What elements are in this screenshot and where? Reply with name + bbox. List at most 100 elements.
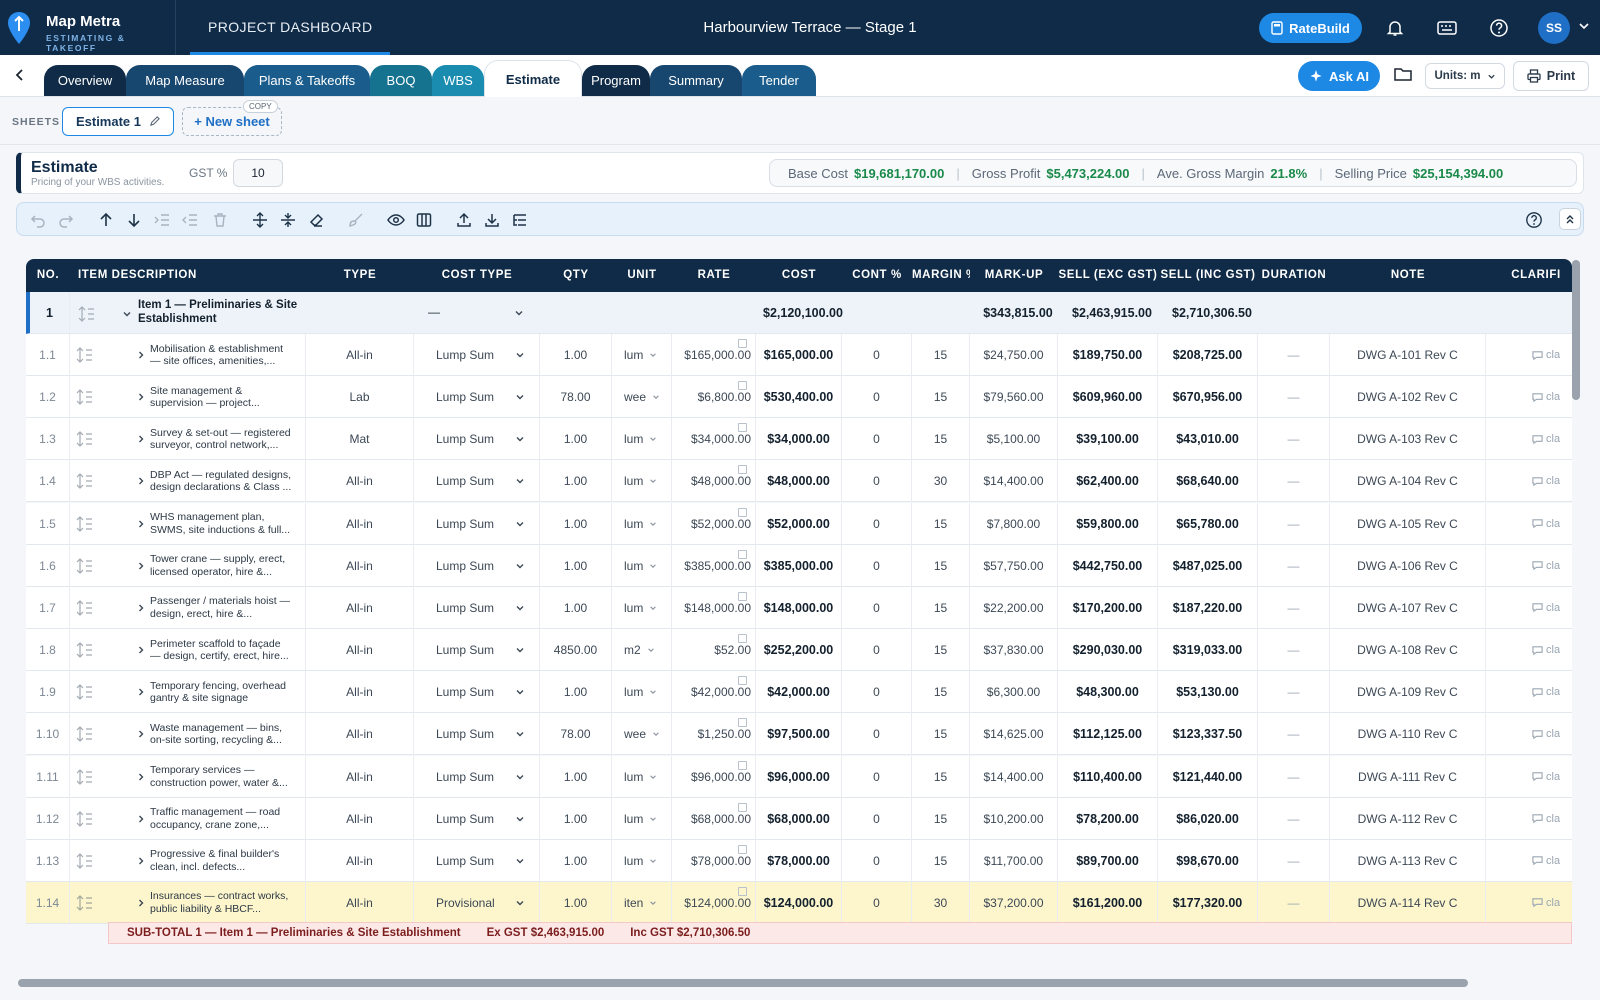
arrow-down-icon[interactable] <box>125 211 143 229</box>
rate-input[interactable]: $52,000.00 <box>672 502 756 545</box>
qty-input[interactable]: 1.00 <box>540 334 612 376</box>
note-cell[interactable]: DWG A-105 Rev C <box>1330 502 1486 545</box>
contingency-input[interactable]: 0 <box>842 713 912 756</box>
tab-tender[interactable]: Tender <box>742 65 816 96</box>
margin-input[interactable]: 15 <box>912 713 970 756</box>
cost-type-select[interactable]: Lump Sum <box>414 334 540 376</box>
contingency-input[interactable]: 0 <box>842 629 912 672</box>
app-logo[interactable]: Map Metra ESTIMATING & TAKEOFF <box>0 0 176 55</box>
table-row[interactable]: 1.1 Mobilisation & establishment — site of… <box>26 334 1572 376</box>
vertical-scrollbar[interactable] <box>1572 260 1580 400</box>
chevron-down-icon[interactable] <box>122 309 132 319</box>
outdent-icon[interactable] <box>181 211 199 229</box>
type-cell[interactable]: All-in <box>306 671 414 714</box>
qty-input[interactable]: 1.00 <box>540 502 612 545</box>
rate-input[interactable]: $385,000.00 <box>672 544 756 587</box>
print-button[interactable]: Print <box>1513 61 1589 91</box>
unit-select[interactable]: lum <box>612 418 672 461</box>
unit-select[interactable]: lum <box>612 755 672 798</box>
table-row[interactable]: 1.7 Passenger / materials hoist — design, … <box>26 586 1572 629</box>
rate-input[interactable]: $42,000.00 <box>672 671 756 714</box>
note-cell[interactable]: DWG A-106 Rev C <box>1330 544 1486 587</box>
clarification-cell[interactable]: cla <box>1486 671 1572 713</box>
arrow-up-icon[interactable] <box>97 211 115 229</box>
col-rate[interactable]: RATE <box>672 259 756 292</box>
contingency-input[interactable]: 0 <box>842 376 912 419</box>
item-description[interactable]: Survey & set-out — registered surveyor, c… <box>70 418 306 461</box>
rate-input[interactable]: $165,000.00 <box>672 334 756 376</box>
clarification-cell[interactable]: cla <box>1486 545 1572 587</box>
table-row[interactable]: 1.2 Site management & supervision — projec… <box>26 376 1572 419</box>
rate-input[interactable]: $48,000.00 <box>672 460 756 503</box>
contingency-input[interactable]: 0 <box>842 334 912 376</box>
margin-input[interactable]: 15 <box>912 671 970 714</box>
eraser-icon[interactable] <box>307 211 325 229</box>
col-no[interactable]: NO. <box>26 259 70 292</box>
type-cell[interactable]: All-in <box>306 881 414 924</box>
clarification-cell[interactable]: cla <box>1486 376 1572 418</box>
duration-cell[interactable]: — <box>1258 713 1330 756</box>
tab-overview[interactable]: Overview <box>44 65 126 96</box>
duration-cell[interactable]: — <box>1258 334 1330 376</box>
pencil-icon[interactable] <box>149 116 160 127</box>
note-cell[interactable]: DWG A-114 Rev C <box>1330 881 1486 924</box>
type-cell[interactable]: All-in <box>306 755 414 798</box>
contingency-input[interactable]: 0 <box>842 418 912 461</box>
help-icon[interactable] <box>1525 211 1543 229</box>
cost-type-select[interactable]: Lump Sum <box>414 544 540 587</box>
col-type[interactable]: TYPE <box>306 259 414 292</box>
unit-select[interactable]: wee <box>612 713 672 756</box>
outline-list-icon[interactable] <box>511 211 529 229</box>
item-description[interactable]: DBP Act — regulated designs, design decla… <box>70 460 306 503</box>
table-row[interactable]: 1.8 Perimeter scaffold to façade — design,… <box>26 629 1572 672</box>
sheet-tab-estimate-1[interactable]: Estimate 1 <box>62 107 174 136</box>
col-margin[interactable]: MARGIN % <box>912 259 970 292</box>
copy-badge[interactable]: COPY <box>243 100 278 113</box>
clarification-cell[interactable]: cla <box>1486 418 1572 460</box>
table-row[interactable]: 1.6 Tower crane — supply, erect, licensed … <box>26 544 1572 587</box>
rate-input[interactable]: $6,800.00 <box>672 376 756 419</box>
item-description[interactable]: Tower crane — supply, erect, licensed ope… <box>70 544 306 587</box>
qty-input[interactable]: 78.00 <box>540 376 612 419</box>
cost-type-select[interactable]: Lump Sum <box>414 755 540 798</box>
contingency-input[interactable]: 0 <box>842 502 912 545</box>
col-cost[interactable]: COST <box>756 259 842 292</box>
margin-input[interactable]: 15 <box>912 839 970 882</box>
col-sell-ex[interactable]: SELL (EXC GST) <box>1058 259 1158 292</box>
col-cont[interactable]: CONT % <box>842 259 912 292</box>
unit-select[interactable]: lum <box>612 334 672 376</box>
rate-note-icon[interactable] <box>738 676 747 686</box>
item-description[interactable]: Temporary services — construction power, … <box>70 755 306 798</box>
type-cell[interactable]: Mat <box>306 418 414 461</box>
units-select[interactable]: Units: m <box>1425 63 1505 89</box>
note-cell[interactable]: DWG A-110 Rev C <box>1330 713 1486 756</box>
item-description[interactable]: Traffic management — road occupancy, cran… <box>70 797 306 840</box>
table-row[interactable]: 1.14 Insurances — contract works, public l… <box>26 881 1572 924</box>
group-row[interactable]: 1 Item 1 — Preliminaries & Site Establis… <box>26 292 1572 334</box>
margin-input[interactable]: 15 <box>912 376 970 419</box>
unit-select[interactable]: lum <box>612 544 672 587</box>
indent-icon[interactable] <box>153 211 171 229</box>
cost-type-select[interactable]: Lump Sum <box>414 671 540 714</box>
type-cell[interactable]: All-in <box>306 586 414 629</box>
rate-note-icon[interactable] <box>738 549 747 559</box>
note-cell[interactable]: DWG A-102 Rev C <box>1330 376 1486 419</box>
brush-icon[interactable] <box>347 211 365 229</box>
margin-input[interactable]: 15 <box>912 418 970 461</box>
reorder-icon[interactable] <box>78 305 100 323</box>
item-description[interactable]: Progressive & final builder's clean, incl… <box>70 839 306 882</box>
duration-cell[interactable]: — <box>1258 460 1330 503</box>
tab-plans-takeoffs[interactable]: Plans & Takeoffs <box>244 65 370 96</box>
tab-estimate[interactable]: Estimate <box>484 60 582 97</box>
contingency-input[interactable]: 0 <box>842 544 912 587</box>
redo-icon[interactable] <box>57 211 75 229</box>
contingency-input[interactable]: 0 <box>842 755 912 798</box>
rate-input[interactable]: $52.00 <box>672 629 756 672</box>
ask-ai-button[interactable]: Ask AI <box>1298 61 1380 91</box>
trash-icon[interactable] <box>211 211 229 229</box>
rate-note-icon[interactable] <box>738 718 747 728</box>
clarification-cell[interactable]: cla <box>1486 587 1572 629</box>
duration-cell[interactable]: — <box>1258 839 1330 882</box>
folder-icon[interactable] <box>1394 66 1412 82</box>
type-cell[interactable]: All-in <box>306 460 414 503</box>
